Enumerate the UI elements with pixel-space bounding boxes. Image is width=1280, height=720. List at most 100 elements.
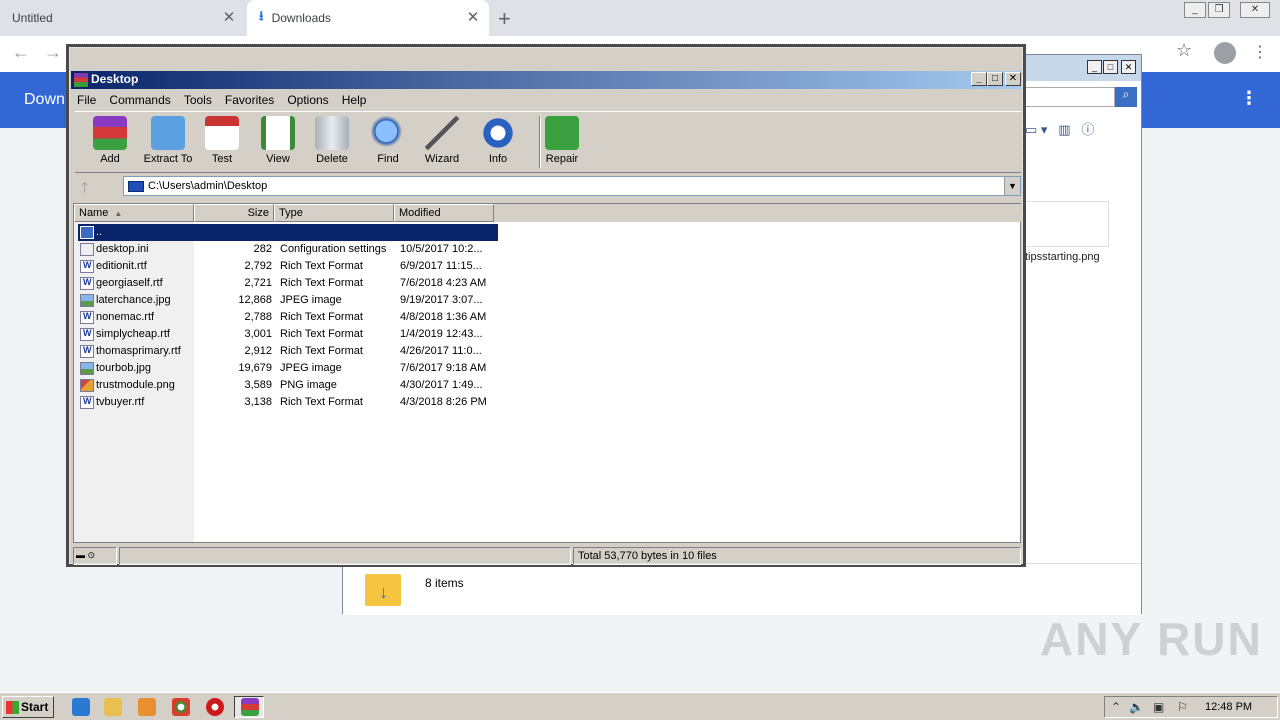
file-row[interactable]: trustmodule.png 3,589 PNG image 4/30/2017 1… xyxy=(78,377,498,394)
file-name: desktop.ini xyxy=(96,243,149,255)
extract-to-button[interactable]: Extract To xyxy=(139,116,197,165)
column-size[interactable]: Size xyxy=(194,204,274,222)
chrome-tab-strip: Untitled ✕ ⭳ Downloads ✕ + _ ❐ ✕ xyxy=(0,0,1280,36)
minimize-button[interactable]: _ xyxy=(971,72,987,86)
file-modified: 7/6/2017 9:18 AM xyxy=(400,362,487,374)
network-icon[interactable]: ▣ xyxy=(1153,700,1164,714)
file-name: simplycheap.rtf xyxy=(96,328,170,340)
opera-icon[interactable] xyxy=(206,698,224,716)
winrar-task-button[interactable] xyxy=(234,696,264,718)
add-button[interactable]: Add xyxy=(81,116,139,165)
bookmark-star-icon[interactable]: ☆ xyxy=(1176,40,1192,61)
media-player-icon[interactable] xyxy=(138,698,156,716)
explorer-icon[interactable] xyxy=(104,698,122,716)
file-name: laterchance.jpg xyxy=(96,294,171,306)
close-button[interactable]: ✕ xyxy=(1121,60,1136,74)
maximize-button[interactable]: □ xyxy=(1103,60,1118,74)
column-name[interactable]: Name ▲ xyxy=(74,204,194,222)
file-size: 2,788 xyxy=(244,311,272,323)
status-selection xyxy=(119,547,571,565)
close-button[interactable]: ✕ xyxy=(1240,2,1270,18)
search-input[interactable] xyxy=(1025,87,1115,107)
taskbar: Start ⌃ 🔈 ▣ ⚐ 12:48 PM xyxy=(0,692,1280,720)
profile-avatar[interactable] xyxy=(1214,42,1236,64)
back-icon[interactable]: ← xyxy=(12,42,30,63)
add-archive-icon xyxy=(93,116,127,150)
chrome-menu-icon[interactable]: ⋮ xyxy=(1252,42,1268,62)
chevron-down-icon[interactable]: ▼ xyxy=(1004,177,1020,195)
file-name: nonemac.rtf xyxy=(96,311,155,323)
menu-favorites[interactable]: Favorites xyxy=(219,90,274,107)
tab-label: Downloads xyxy=(271,11,331,25)
menu-bar: File Commands Tools Favorites Options He… xyxy=(71,90,1021,109)
find-button[interactable]: Find xyxy=(359,116,417,165)
sort-up-icon: ▲ xyxy=(114,209,123,218)
restore-button[interactable]: ❐ xyxy=(1208,2,1230,18)
file-row[interactable]: nonemac.rtf 2,788 Rich Text Format 4/8/2018… xyxy=(78,309,498,326)
file-modified: 4/26/2017 11:0... xyxy=(400,345,482,357)
wizard-button[interactable]: Wizard xyxy=(413,116,471,165)
view-button[interactable]: View xyxy=(249,116,307,165)
menu-file[interactable]: File xyxy=(71,90,96,107)
image-file-icon xyxy=(80,362,94,375)
file-row[interactable]: laterchance.jpg 12,868 JPEG image 9/19/2017… xyxy=(78,292,498,309)
menu-commands[interactable]: Commands xyxy=(103,90,170,107)
file-modified: 1/4/2019 12:43... xyxy=(400,328,483,340)
file-row[interactable]: georgiaself.rtf 2,721 Rich Text Format 7/6/… xyxy=(78,275,498,292)
file-row[interactable]: editionit.rtf 2,792 Rich Text Format 6/9/20… xyxy=(78,258,498,275)
test-button[interactable]: Test xyxy=(193,116,251,165)
file-row[interactable]: simplycheap.rtf 3,001 Rich Text Format 1/4/… xyxy=(78,326,498,343)
new-tab-button[interactable]: + xyxy=(498,6,511,32)
parent-folder-row[interactable]: .. xyxy=(78,224,498,241)
info-button[interactable]: Info xyxy=(469,116,527,165)
file-size: 2,721 xyxy=(244,277,272,289)
action-center-flag-icon[interactable]: ⚐ xyxy=(1177,700,1188,714)
details-pane: ↓ 8 items xyxy=(343,563,1141,615)
maximize-button[interactable]: □ xyxy=(987,72,1003,86)
close-button[interactable]: ✕ xyxy=(1005,72,1021,86)
tab-downloads[interactable]: ⭳ Downloads ✕ xyxy=(247,0,489,36)
volume-icon[interactable]: 🔈 xyxy=(1129,700,1144,714)
minimize-button[interactable]: _ xyxy=(1087,60,1102,74)
tab-untitled[interactable]: Untitled ✕ xyxy=(0,0,245,36)
file-thumbnail[interactable] xyxy=(1021,201,1109,247)
list-header: Name ▲ Size Type Modified xyxy=(74,204,1022,222)
search-icon[interactable]: ⌕ xyxy=(1115,87,1137,107)
ie-icon[interactable] xyxy=(72,698,90,716)
png-file-icon xyxy=(80,379,94,392)
column-modified[interactable]: Modified xyxy=(394,204,494,222)
chrome-icon[interactable] xyxy=(172,698,190,716)
view-book-icon xyxy=(261,116,295,150)
file-row[interactable]: desktop.ini 282 Configuration settings 10/5… xyxy=(78,241,498,258)
menu-tools[interactable]: Tools xyxy=(178,90,212,107)
file-row[interactable]: tourbob.jpg 19,679 JPEG image 7/6/2017 9:18… xyxy=(78,360,498,377)
file-name[interactable]: tipsstarting.png xyxy=(1025,251,1100,263)
file-type: JPEG image xyxy=(280,362,342,374)
file-name: tvbuyer.rtf xyxy=(96,396,145,408)
column-type[interactable]: Type xyxy=(274,204,394,222)
close-icon[interactable]: ✕ xyxy=(465,10,481,26)
extract-folder-icon xyxy=(151,116,185,150)
path-combobox[interactable]: C:\Users\admin\Desktop ▼ xyxy=(123,176,1021,196)
menu-options[interactable]: Options xyxy=(281,90,328,107)
minimize-button[interactable]: _ xyxy=(1184,2,1206,18)
up-folder-icon[interactable]: 🡑 xyxy=(81,177,88,201)
close-icon[interactable]: ✕ xyxy=(221,10,237,26)
file-size: 3,001 xyxy=(244,328,272,340)
start-button[interactable]: Start xyxy=(2,696,54,718)
repair-button[interactable]: Repair xyxy=(533,116,591,165)
tab-label: Untitled xyxy=(12,11,53,25)
menu-help[interactable]: Help xyxy=(336,90,367,107)
file-modified: 4/3/2018 8:26 PM xyxy=(400,396,487,408)
drive-status-icon[interactable]: ▬ ⊙ xyxy=(73,547,117,565)
file-row[interactable]: tvbuyer.rtf 3,138 Rich Text Format 4/3/2018… xyxy=(78,394,498,411)
clock[interactable]: 12:48 PM xyxy=(1205,701,1252,713)
view-options[interactable]: ▭ ▾ ▥ ⓘ xyxy=(1025,119,1137,141)
delete-button[interactable]: Delete xyxy=(303,116,361,165)
more-options-icon[interactable]: ⋮ xyxy=(1240,88,1258,109)
file-size: 12,868 xyxy=(238,294,272,306)
winrar-icon xyxy=(74,73,88,87)
file-row[interactable]: thomasprimary.rtf 2,912 Rich Text Format 4/… xyxy=(78,343,498,360)
forward-icon[interactable]: → xyxy=(44,42,62,63)
show-hidden-icon[interactable]: ⌃ xyxy=(1111,700,1121,714)
